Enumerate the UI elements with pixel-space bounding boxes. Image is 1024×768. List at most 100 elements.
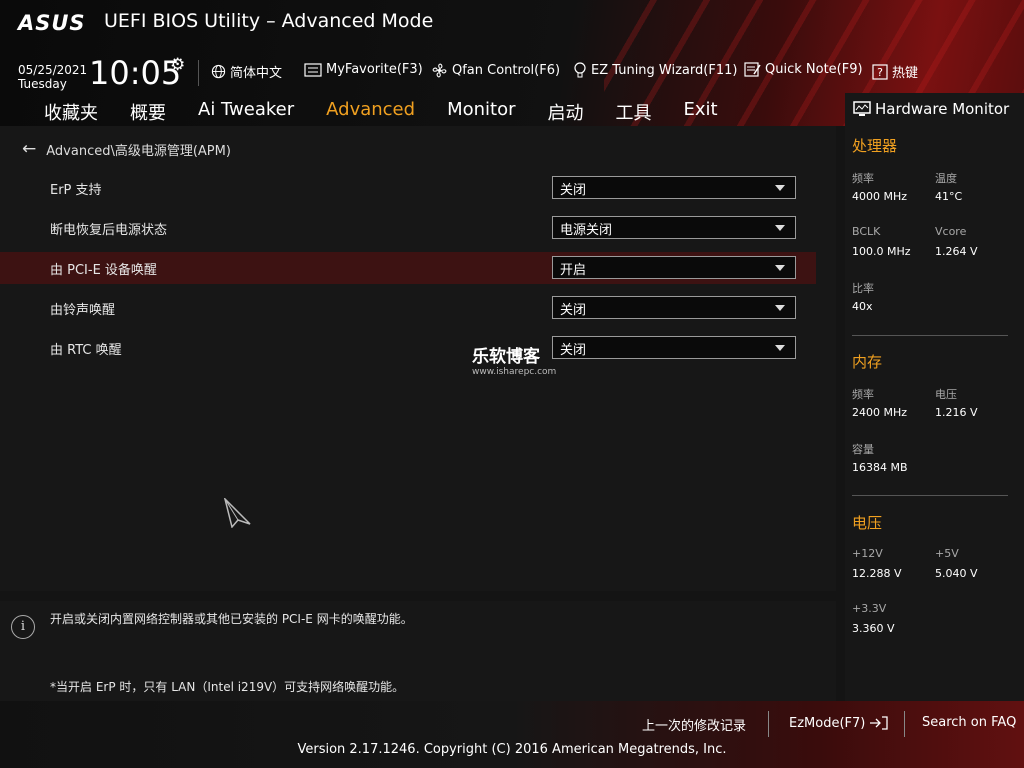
setting-label: ErP 支持 [50, 183, 102, 198]
tab-advanced[interactable]: Advanced [326, 99, 415, 128]
tab-favorites[interactable]: 收藏夹 [44, 99, 98, 125]
day-display: Tuesday [18, 77, 67, 91]
select-value: 关闭 [560, 183, 587, 198]
power-restore-select[interactable]: 电源关闭 [552, 216, 796, 239]
tab-monitor[interactable]: Monitor [447, 99, 515, 125]
mem-freq-label: 频率 [852, 388, 874, 401]
info-icon: i [11, 615, 35, 639]
time-display: 10:05 [89, 54, 182, 92]
tab-exit[interactable]: Exit [684, 99, 718, 125]
ring-wake-select[interactable]: 关闭 [552, 296, 796, 319]
vcore-label: Vcore [935, 225, 967, 238]
cpu-temp-label: 温度 [935, 172, 957, 185]
select-value: 电源关闭 [560, 223, 613, 238]
hotkey-label: 热键 [892, 66, 919, 81]
v5-value: 5.040 V [935, 567, 978, 580]
mem-volt-value: 1.216 V [935, 406, 978, 419]
hotkey-icon: ? [872, 63, 888, 80]
dropdown-caret-icon [775, 265, 785, 271]
bclk-value: 100.0 MHz [852, 245, 911, 258]
ez-tuning-label: EZ Tuning Wizard(F11) [591, 63, 738, 78]
select-value: 开启 [560, 263, 587, 278]
divider [904, 711, 905, 737]
mouse-cursor-icon [224, 498, 251, 528]
cpu-heading: 处理器 [852, 137, 898, 155]
setting-row-erp[interactable]: ErP 支持 关闭 [0, 172, 816, 204]
watermark: 乐软博客 www.isharepc.com [472, 342, 556, 377]
gear-icon[interactable]: ⚙ [170, 55, 185, 75]
app-title: UEFI BIOS Utility – Advanced Mode [104, 10, 434, 32]
dropdown-caret-icon [775, 305, 785, 311]
dropdown-caret-icon [775, 345, 785, 351]
mem-freq-value: 2400 MHz [852, 406, 908, 419]
qfan-label: Qfan Control(F6) [452, 63, 561, 78]
v12-value: 12.288 V [852, 567, 902, 580]
language-button[interactable]: 简体中文 [211, 62, 282, 81]
hardware-monitor-title[interactable]: Hardware Monitor [853, 100, 1009, 118]
setting-row-pcie-wake[interactable]: 由 PCI-E 设备唤醒 开启 [0, 252, 816, 284]
lightbulb-icon [574, 62, 586, 78]
ez-tuning-button[interactable]: EZ Tuning Wizard(F11) [573, 62, 737, 79]
quick-note-button[interactable]: Quick Note(F9) [744, 62, 863, 77]
myfavorite-label: MyFavorite(F3) [326, 62, 423, 77]
hardware-monitor: Hardware Monitor 处理器 频率 4000 MHz 温度 41°C… [845, 93, 1024, 701]
v12-label: +12V [852, 547, 883, 560]
qfan-button[interactable]: Qfan Control(F6) [431, 62, 560, 79]
setting-label: 由 PCI-E 设备唤醒 [50, 263, 157, 278]
watermark-url: www.isharepc.com [472, 367, 557, 377]
tab-tool[interactable]: 工具 [616, 99, 652, 125]
help-panel: i 开启或关闭内置网络控制器或其他已安装的 PCI-E 网卡的唤醒功能。 *当开… [0, 601, 836, 701]
setting-row-ring-wake[interactable]: 由铃声唤醒 关闭 [0, 292, 816, 324]
erp-select[interactable]: 关闭 [552, 176, 796, 199]
divider [198, 60, 199, 86]
ezmode-label: EzMode(F7) [789, 715, 866, 731]
date-display: 05/25/2021 [18, 63, 88, 77]
divider [768, 711, 769, 737]
tab-boot[interactable]: 启动 [548, 99, 584, 125]
favorite-list-icon [304, 62, 322, 77]
ratio-label: 比率 [852, 282, 874, 295]
settings-panel: ← Advanced\高级电源管理(APM) ErP 支持 关闭 断电恢复后电源… [0, 126, 836, 591]
cpu-freq-value: 4000 MHz [852, 190, 908, 203]
tab-main[interactable]: 概要 [130, 99, 166, 125]
divider [852, 495, 1008, 496]
pcie-wake-select[interactable]: 开启 [552, 256, 796, 279]
tab-ai-tweaker[interactable]: Ai Tweaker [198, 99, 294, 125]
last-changes-button[interactable]: 上一次的修改记录 [642, 715, 746, 734]
breadcrumb[interactable]: ← Advanced\高级电源管理(APM) [22, 139, 231, 159]
breadcrumb-text: Advanced\高级电源管理(APM) [46, 143, 231, 159]
v33-value: 3.360 V [852, 622, 895, 635]
watermark-name: 乐软博客 [472, 347, 540, 367]
ratio-value: 40x [852, 300, 873, 313]
note-icon [744, 62, 761, 77]
select-value: 关闭 [560, 343, 587, 358]
asus-logo: ASUS [18, 11, 86, 35]
svg-text:?: ? [877, 66, 883, 79]
v33-label: +3.3V [852, 602, 887, 615]
setting-row-power-restore[interactable]: 断电恢复后电源状态 电源关闭 [0, 212, 816, 244]
hotkey-button[interactable]: ? 热键 [872, 62, 918, 81]
mem-cap-value: 16384 MB [852, 461, 908, 474]
back-arrow-icon[interactable]: ← [22, 139, 36, 159]
hw-title-text: Hardware Monitor [875, 100, 1010, 118]
search-faq-button[interactable]: Search on FAQ [922, 715, 1016, 730]
language-label: 简体中文 [230, 66, 283, 81]
memory-heading: 内存 [852, 353, 883, 371]
setting-label: 断电恢复后电源状态 [50, 223, 168, 238]
fan-icon [432, 63, 447, 78]
globe-icon [211, 64, 226, 79]
quick-note-label: Quick Note(F9) [765, 62, 863, 77]
myfavorite-button[interactable]: MyFavorite(F3) [304, 62, 423, 77]
v5-label: +5V [935, 547, 959, 560]
mem-cap-label: 容量 [852, 443, 874, 456]
help-description: 开启或关闭内置网络控制器或其他已安装的 PCI-E 网卡的唤醒功能。 [50, 612, 413, 626]
cpu-temp-value: 41°C [935, 190, 963, 203]
setting-row-rtc-wake[interactable]: 由 RTC 唤醒 关闭 [0, 332, 816, 364]
dropdown-caret-icon [775, 185, 785, 191]
ezmode-button[interactable]: EzMode(F7) [789, 715, 889, 731]
help-note: *当开启 ErP 时，只有 LAN（Intel i219V）可支持网络唤醒功能。 [50, 680, 405, 694]
rtc-wake-select[interactable]: 关闭 [552, 336, 796, 359]
setting-label: 由 RTC 唤醒 [50, 343, 122, 358]
copyright-text: Version 2.17.1246. Copyright (C) 2016 Am… [297, 742, 727, 757]
bclk-label: BCLK [852, 225, 881, 238]
